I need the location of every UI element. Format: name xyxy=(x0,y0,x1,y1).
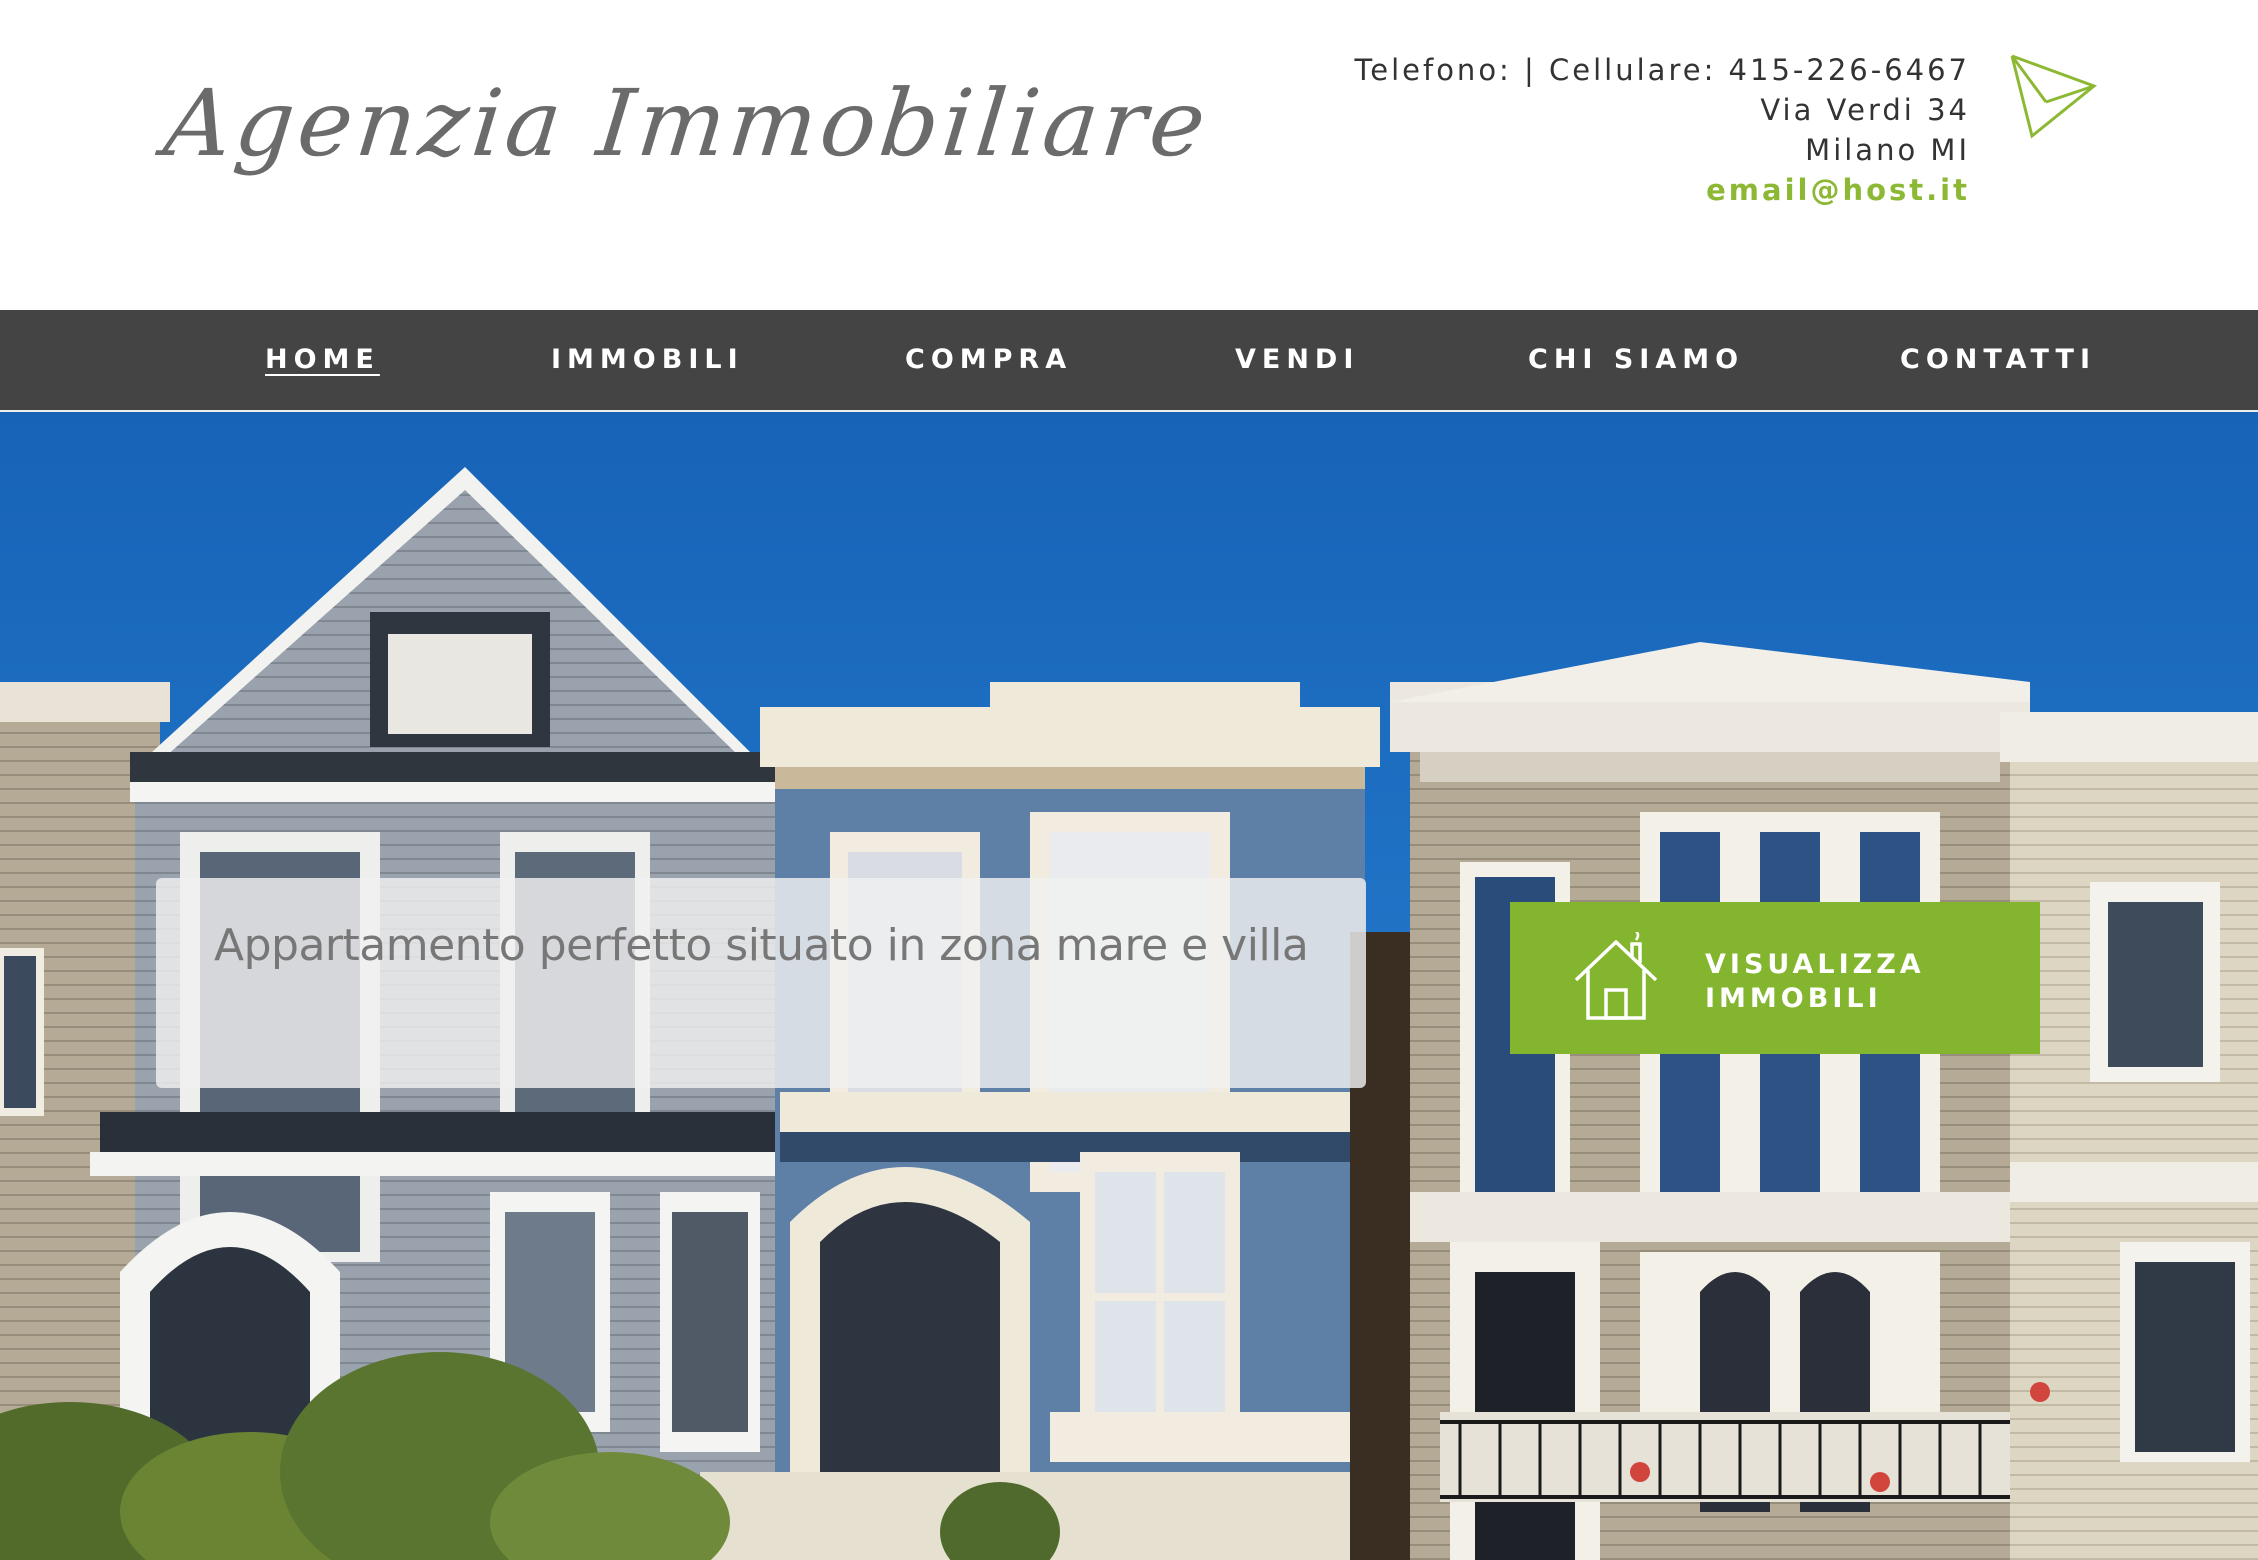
hero-tagline: Appartamento perfetto situato in zona ma… xyxy=(214,920,1309,971)
cta-label-line1: VISUALIZZA xyxy=(1705,949,1925,980)
nav-item-contatti[interactable]: CONTATTI xyxy=(1900,310,2096,410)
nav-item-immobili[interactable]: IMMOBILI xyxy=(551,310,744,410)
hero-banner: Appartamento perfetto situato in zona ma… xyxy=(0,412,2258,1560)
site-header: Agenzia Immobiliare Telefono: | Cellular… xyxy=(0,0,2258,310)
view-properties-label: VISUALIZZA IMMOBILI xyxy=(1705,948,1925,1016)
cta-label-line2: IMMOBILI xyxy=(1705,983,1882,1014)
site-logo[interactable]: Agenzia Immobiliare xyxy=(159,70,1214,177)
nav-item-vendi[interactable]: VENDI xyxy=(1235,310,1359,410)
tagline-box: Appartamento perfetto situato in zona ma… xyxy=(156,878,1366,1088)
view-properties-button[interactable]: VISUALIZZA IMMOBILI xyxy=(1510,902,2040,1054)
house-icon xyxy=(1574,932,1658,1020)
address-city: Milano MI xyxy=(1805,133,1970,167)
email-link[interactable]: email@host.it xyxy=(1354,170,1970,210)
paper-plane-icon[interactable] xyxy=(2008,52,2098,142)
contact-info: Telefono: | Cellulare: 415-226-6467 Via … xyxy=(1354,50,1970,210)
address-street: Via Verdi 34 xyxy=(1760,93,1970,127)
nav-item-compra[interactable]: COMPRA xyxy=(905,310,1072,410)
nav-item-home[interactable]: HOME xyxy=(265,310,380,410)
main-navigation: HOME IMMOBILI COMPRA VENDI CHI SIAMO CON… xyxy=(0,310,2258,412)
nav-item-chi-siamo[interactable]: CHI SIAMO xyxy=(1528,310,1744,410)
phone-line: Telefono: | Cellulare: 415-226-6467 xyxy=(1354,53,1970,87)
